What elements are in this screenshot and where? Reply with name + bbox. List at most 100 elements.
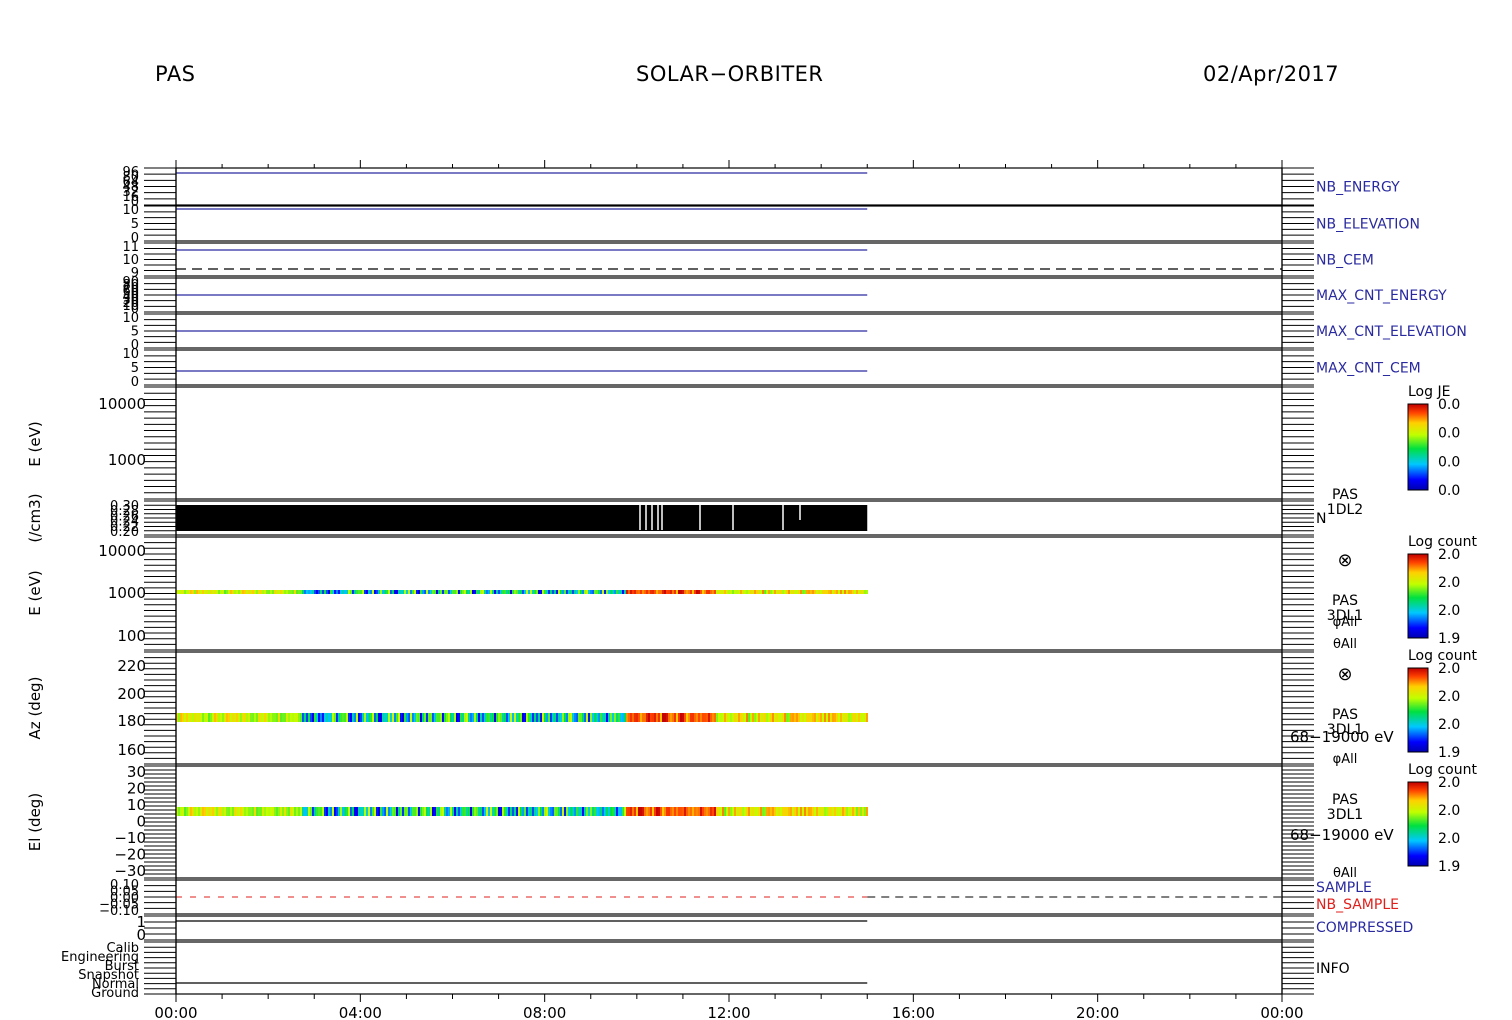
pas_3dl1_elevation-band-cell [366,807,368,816]
pas_3dl1_energy-band-cell [684,590,686,594]
pas_3dl1_elevation-band-cell [686,807,688,816]
pas_3dl1_elevation-band-cell [808,807,810,816]
pas_3dl1_elevation-band-cell [300,807,302,816]
pas_3dl1_elevation-band-cell [394,807,396,816]
pas_3dl1_elevation-band-cell [430,807,432,816]
pas_3dl1_energy-band-cell [708,590,710,594]
pas_3dl1_elevation-band-cell [860,807,862,816]
pas_3dl1_azimuth-band-cell [626,713,628,722]
pas_3dl1_elevation-band-cell [286,807,288,816]
pas_3dl1_elevation-band-cell [598,807,600,816]
pas_3dl1_azimuth-band-cell [592,713,594,722]
pas_3dl1_azimuth-band-cell [380,713,382,722]
pas_3dl1_elevation-band-cell [238,807,240,816]
pas_3dl1_elevation-band-cell [672,807,674,816]
pas_3dl1_elevation-band-cell [422,807,424,816]
pas_3dl1_azimuth-band-cell [188,713,190,722]
pas_3dl1_energy-band-cell [348,590,350,594]
pas_3dl1_energy-band-cell [788,590,790,594]
pas_3dl1_azimuth-band-cell [486,713,488,722]
pas_3dl1_elevation-band-cell [402,807,404,816]
pas_3dl1_elevation-band-cell [640,807,642,816]
pas_3dl1_azimuth-band-cell [236,713,238,722]
pas_3dl1_elevation-band-cell [392,807,394,816]
pas_3dl1_elevation-band-cell [524,807,526,816]
nb_elevation-tick-label: 5 [131,217,139,232]
pas_3dl1_azimuth-band-cell [238,713,240,722]
pas_3dl1_energy-band-cell [538,590,540,594]
pas_3dl1_azimuth-band-cell [430,713,432,722]
pas_3dl1_elevation-band-cell [324,807,326,816]
pas_3dl1_energy-band-cell [842,590,844,594]
pas_3dl1_energy-band-cell [338,590,340,594]
pas_3dl1_azimuth-band-cell [612,713,614,722]
pas_3dl1_azimuth-band-cell [524,713,526,722]
pas_3dl1_elevation-band-cell [364,807,366,816]
pas_3dl1_energy-band-cell [332,590,334,594]
pas_3dl1_elevation-band-cell [274,807,276,816]
nb_cem-frame [175,242,1283,277]
pas_3dl1_azimuth-band-cell [410,713,412,722]
pas_3dl1_elevation-band-cell [782,807,784,816]
pas_3dl1_azimuth-band-cell [698,713,700,722]
pas_1dl2_density-side-text: 1DL2 [1327,502,1363,518]
pas_3dl1_azimuth-band-cell [694,713,696,722]
pas_3dl1_azimuth-band-cell [618,713,620,722]
pas_3dl1_azimuth-band-cell [352,713,354,722]
pas_3dl1_elevation-band-cell [546,807,548,816]
pas_3dl1_energy-band-cell [592,590,594,594]
pas_3dl1_elevation-band-cell [444,807,446,816]
pas_3dl1_azimuth-tick-label: 220 [117,657,146,675]
pas_3dl1_azimuth-band-cell [200,713,202,722]
pas_3dl1_azimuth-band-cell [422,713,424,722]
max_cnt_cem-label: MAX_CNT_CEM [1316,361,1421,377]
pas_3dl1_azimuth-band-cell [334,713,336,722]
pas_3dl1_energy-band-cell [484,590,486,594]
pas_3dl1_elevation-band-cell [254,807,256,816]
pas_3dl1_azimuth-band-cell [434,713,436,722]
pas_3dl1_azimuth-band-cell [758,713,760,722]
pas_3dl1_elevation-band-cell [346,807,348,816]
pas_3dl1_azimuth-colorbar-bar [1407,667,1429,753]
pas_3dl1_azimuth-band-cell [692,713,694,722]
pas_3dl1_energy-band-cell [502,590,504,594]
pas_3dl1_energy-band-cell [486,590,488,594]
pas_1dl2_spec-colorbar-label: 0.0 [1438,397,1460,413]
pas_3dl1_elevation-band-cell [280,807,282,816]
pas_3dl1_elevation-band-cell [590,807,592,816]
pas_3dl1_azimuth-band-cell [754,713,756,722]
pas_3dl1_energy-band-cell [838,590,840,594]
pas_3dl1_elevation-band-cell [518,807,520,816]
pas_3dl1_elevation-band-cell [264,807,266,816]
pas_3dl1_energy-band-cell [710,590,712,594]
pas_3dl1_energy-band-cell [568,590,570,594]
pas_3dl1_elevation-band-cell [502,807,504,816]
pas_3dl1_energy-band-cell [284,590,286,594]
pas_3dl1_elevation-band-cell [738,807,740,816]
pas_3dl1_elevation-band-cell [818,807,820,816]
pas_3dl1_elevation-band-cell [396,807,398,816]
pas_3dl1_energy-band-cell [434,590,436,594]
pas_3dl1_energy-band-cell [552,590,554,594]
pas_3dl1_energy-tick-label: 10000 [98,542,146,560]
pas_3dl1_elevation-band-cell [842,807,844,816]
pas_3dl1_azimuth-band-cell [274,713,276,722]
pas_3dl1_elevation-band-cell [466,807,468,816]
pas_3dl1_elevation-band-cell [374,807,376,816]
pas_3dl1_elevation-band-cell [452,807,454,816]
pas_3dl1_energy-band-cell [492,590,494,594]
pas_3dl1_elevation-band-cell [294,807,296,816]
pas_3dl1_energy-band-cell [368,590,370,594]
pas_3dl1_elevation-band-cell [182,807,184,816]
pas_3dl1_energy-band-cell [406,590,408,594]
pas_3dl1_elevation-band-cell [680,807,682,816]
pas_3dl1_elevation-band-cell [406,807,408,816]
pas_3dl1_energy-band-cell [322,590,324,594]
pas_3dl1_azimuth-side-text: 68−19000 eV [1290,728,1394,746]
pas_3dl1_energy-band-cell [760,590,762,594]
pas_3dl1_elevation-band-cell [792,807,794,816]
pas_3dl1_azimuth-band-cell [648,713,650,722]
pas_3dl1_elevation-band-cell [486,807,488,816]
pas_3dl1_elevation-band-cell [206,807,208,816]
pas_3dl1_elevation-ylabel: El (deg) [26,793,44,851]
